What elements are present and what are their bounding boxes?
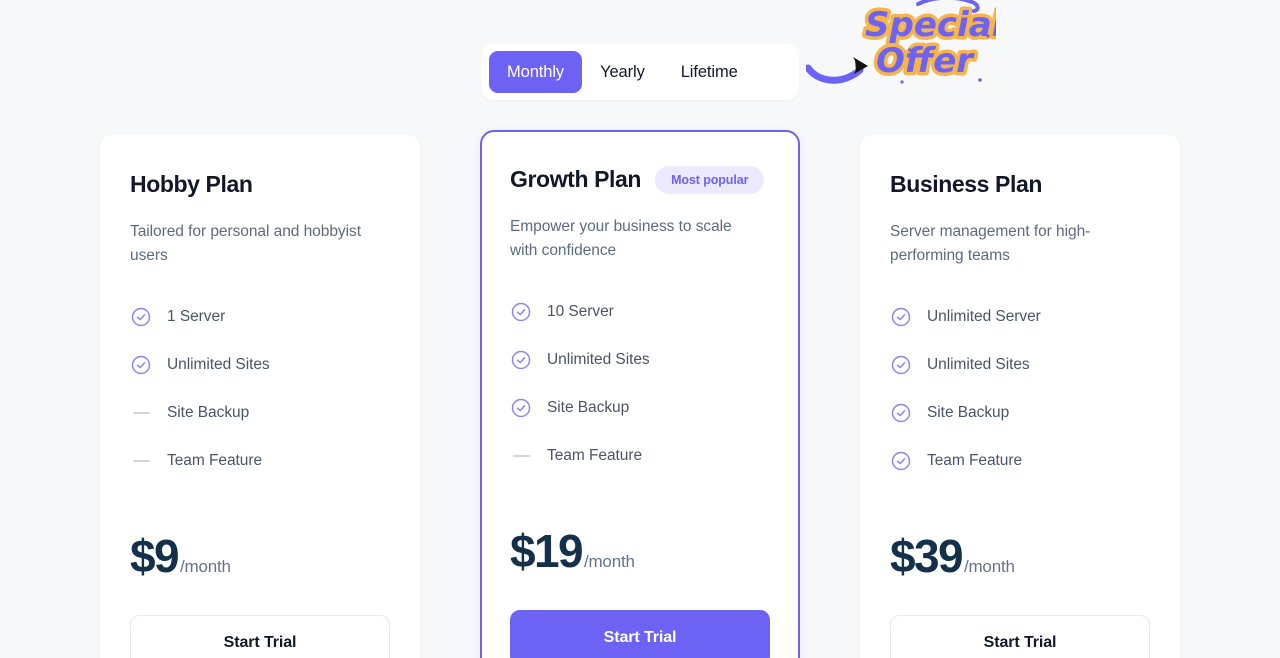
pricing-card-hobby-plan: Hobby Plan Tailored for personal and hobb… [100,134,420,658]
feature-item: Unlimited Sites [130,341,390,389]
pricing-card-business-plan: Business Plan Server management for high-… [860,134,1180,658]
feature-item: Unlimited Sites [510,336,770,384]
most-popular-badge: Most popular [655,165,765,195]
price-amount: $39 [890,530,964,583]
card-header: Business Plan [890,170,1150,200]
billing-option-monthly[interactable]: Monthly [489,51,583,93]
feature-item: Team Feature [510,432,770,480]
feature-label: Unlimited Server [927,308,1041,326]
plan-title: Business Plan [890,171,1043,198]
billing-option-yearly[interactable]: Yearly [582,51,663,93]
start-trial-button[interactable]: Start Trial [510,610,770,658]
billing-toggle-area: Monthly Yearly Lifetime Special Special Of… [0,0,1280,130]
check-circle-icon [130,354,152,376]
feature-item: Site Backup [510,384,770,432]
pricing-card-list: Hobby Plan Tailored for personal and hobb… [0,130,1280,658]
dash-line [132,460,150,463]
price-row: $19/month [510,528,770,574]
check-circle-icon [510,301,532,323]
price-amount: $19 [510,525,584,578]
dash-icon [510,445,532,467]
feature-item: Unlimited Sites [890,341,1150,389]
dash-line [512,455,530,458]
check-circle-icon [510,349,532,371]
feature-item: Team Feature [890,437,1150,485]
plan-description: Tailored for personal and hobbyist users [130,223,361,264]
check-circle-icon [890,354,912,376]
check-circle-icon [890,306,912,328]
start-trial-button[interactable]: Start Trial [890,615,1150,658]
special-offer-graphic: Special Special Offer Offer [804,0,1008,92]
feature-label: Site Backup [547,399,630,417]
feature-item: Team Feature [130,437,390,485]
svg-text:Special: Special [865,5,996,45]
plan-title: Growth Plan [510,166,642,193]
feature-label: 1 Server [167,308,226,326]
check-circle-icon [890,450,912,472]
svg-text:Offer: Offer [876,41,975,81]
feature-list: Unlimited Server Unlimited Sites Site Back… [890,293,1150,485]
price-row: $9/month [130,533,390,579]
dash-icon [130,450,152,472]
price-amount: $9 [130,530,180,583]
card-header: Hobby Plan [130,170,390,200]
feature-label: Unlimited Sites [927,356,1030,374]
check-circle-icon [510,397,532,419]
feature-item: Unlimited Server [890,293,1150,341]
start-trial-button[interactable]: Start Trial [130,615,390,658]
feature-label: Team Feature [167,452,263,470]
feature-item: Site Backup [130,389,390,437]
plan-title: Hobby Plan [130,171,253,198]
plan-description: Server management for high-performing te… [890,223,1091,264]
plan-description: Empower your business to scale with conf… [510,218,732,259]
feature-label: Site Backup [927,404,1010,422]
feature-label: Unlimited Sites [547,351,650,369]
price-period: /month [583,552,635,572]
check-circle-icon [130,306,152,328]
feature-label: Site Backup [167,404,250,422]
dash-line [132,412,150,415]
feature-list: 1 Server Unlimited Sites Site Backup Team F… [130,293,390,485]
feature-label: Team Feature [547,447,643,465]
price-period: /month [179,557,231,577]
card-header: Growth Plan Most popular [510,165,770,195]
feature-list: 10 Server Unlimited Sites Site Backup Team … [510,288,770,480]
feature-item: Site Backup [890,389,1150,437]
dash-icon [130,402,152,424]
feature-label: 10 Server [547,303,614,321]
check-circle-icon [890,402,912,424]
billing-period-switch[interactable]: Monthly Yearly Lifetime [481,44,799,100]
svg-text:Offer: Offer [876,41,975,81]
feature-label: Unlimited Sites [167,356,270,374]
price-row: $39/month [890,533,1150,579]
feature-label: Team Feature [927,452,1023,470]
feature-item: 1 Server [130,293,390,341]
feature-item: 10 Server [510,288,770,336]
price-period: /month [963,557,1015,577]
svg-text:Special: Special [865,5,996,45]
pricing-card-growth-plan: Growth Plan Most popular Empower your busi… [480,130,800,658]
billing-option-lifetime[interactable]: Lifetime [663,51,756,93]
